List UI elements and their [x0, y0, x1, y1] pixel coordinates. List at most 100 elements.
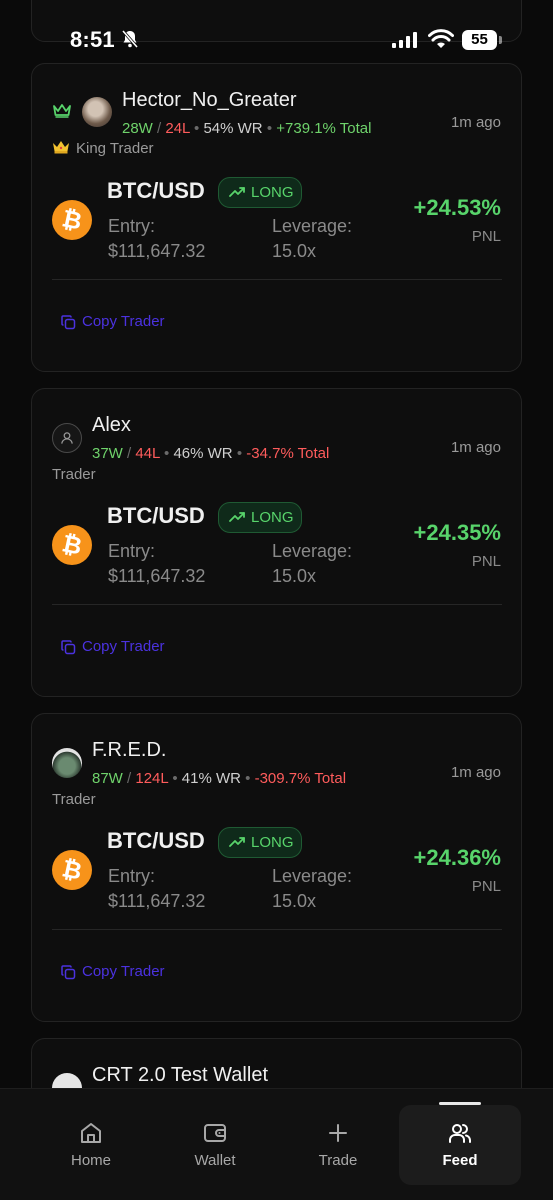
nav-feed[interactable]: Feed: [399, 1102, 521, 1185]
trader-rank: Trader: [52, 466, 96, 483]
cellular-signal-icon: [392, 32, 417, 48]
active-tab-indicator: [439, 1102, 481, 1105]
avatar[interactable]: [52, 748, 82, 778]
pnl-label: PNL: [471, 228, 501, 245]
copy-icon: [61, 315, 76, 330]
stats-separator: /: [127, 445, 132, 462]
bitcoin-icon: ₿: [52, 850, 92, 890]
trending-up-icon: [229, 187, 245, 197]
avatar[interactable]: [52, 423, 82, 453]
trading-pair: BTC/USD: [107, 178, 205, 203]
direction-badge: LONG: [218, 502, 302, 533]
win-rate: 46% WR: [173, 445, 233, 462]
trader-stats: 28W / 24L • 54% WR • +739.1% Total: [122, 120, 371, 137]
battery-level: 55: [462, 30, 497, 50]
leverage-value: 15.0x: [272, 241, 317, 261]
losses-count: 124L: [135, 770, 169, 787]
plus-icon: [329, 1124, 347, 1142]
pnl-value: +24.36%: [413, 845, 501, 870]
leverage-label: Leverage:: [272, 216, 353, 236]
direction-label: LONG: [251, 184, 294, 201]
bell-muted-icon: [121, 30, 139, 48]
entry-label: Entry:: [108, 866, 156, 886]
losses-count: 24L: [165, 120, 190, 137]
stats-dot: •: [164, 445, 170, 462]
copy-trader-button[interactable]: Copy Trader: [61, 963, 165, 983]
leverage-value: 15.0x: [272, 566, 317, 586]
leverage-label: Leverage:: [272, 866, 353, 886]
trader-name[interactable]: CRT 2.0 Test Wallet: [92, 1064, 268, 1087]
timestamp: 1m ago: [450, 439, 501, 456]
stats-separator: /: [157, 120, 162, 137]
trader-name[interactable]: F.R.E.D.: [92, 739, 166, 762]
battery-cap: [499, 36, 502, 44]
stats-dot: •: [266, 120, 273, 137]
trader-rank-label: King Trader: [76, 140, 154, 157]
trader-rank: Trader: [52, 791, 96, 808]
entry-price: $111,647.32: [108, 241, 206, 261]
divider: [52, 279, 502, 280]
stats-dot: •: [245, 770, 251, 787]
trader-stats: 87W / 124L • 41% WR • -309.7% Total: [92, 770, 346, 787]
feed-card: Alex 37W / 44L • 46% WR • -34.7% Total 1…: [31, 388, 522, 697]
losses-count: 44L: [135, 445, 160, 462]
stats-dot: •: [236, 445, 243, 462]
trending-up-icon: [229, 512, 245, 522]
copy-trader-button[interactable]: Copy Trader: [61, 313, 165, 333]
nav-wallet-label: Wallet: [194, 1152, 236, 1169]
svg-text:₿: ₿: [60, 529, 85, 560]
timestamp: 1m ago: [450, 764, 501, 781]
crown-emoji-icon: [53, 141, 69, 154]
entry-price: $111,647.32: [108, 891, 206, 911]
status-bar: 8:51 55: [0, 0, 553, 62]
pnl-value: +24.53%: [413, 195, 501, 220]
wins-count: 87W: [92, 770, 123, 787]
pnl-value: +24.35%: [413, 520, 501, 545]
total-return: -34.7% Total: [246, 445, 330, 462]
copy-trader-button[interactable]: Copy Trader: [61, 638, 165, 658]
copy-trader-label: Copy Trader: [82, 638, 165, 655]
crown-icon: [53, 104, 71, 118]
nav-home[interactable]: Home: [30, 1105, 152, 1185]
copy-trader-label: Copy Trader: [82, 963, 165, 980]
users-icon: [449, 1124, 471, 1143]
svg-text:₿: ₿: [60, 204, 85, 235]
nav-trade[interactable]: Trade: [277, 1105, 399, 1185]
direction-label: LONG: [251, 509, 294, 526]
leverage-value: 15.0x: [272, 891, 317, 911]
feed-card: F.R.E.D. 87W / 124L • 41% WR • -309.7% T…: [31, 713, 522, 1022]
divider: [52, 929, 502, 930]
trading-pair: BTC/USD: [107, 828, 205, 853]
win-rate: 54% WR: [203, 120, 263, 137]
stats-separator: /: [127, 770, 132, 787]
direction-badge: LONG: [218, 177, 302, 208]
entry-label: Entry:: [108, 216, 156, 236]
copy-icon: [61, 640, 76, 655]
nav-home-label: Home: [70, 1152, 111, 1169]
total-return: +739.1% Total: [276, 120, 372, 137]
pnl-label: PNL: [471, 553, 501, 570]
home-icon: [81, 1123, 101, 1143]
svg-text:₿: ₿: [60, 854, 85, 885]
stats-dot: •: [172, 770, 178, 787]
direction-label: LONG: [251, 834, 294, 851]
wifi-icon: [428, 29, 454, 48]
nav-trade-label: Trade: [318, 1152, 358, 1169]
wins-count: 37W: [92, 445, 123, 462]
win-rate: 41% WR: [181, 770, 241, 787]
total-return: -309.7% Total: [254, 770, 347, 787]
entry-price: $111,647.32: [108, 566, 206, 586]
status-time: 8:51: [70, 27, 115, 52]
trending-up-icon: [229, 837, 245, 847]
entry-label: Entry:: [108, 541, 156, 561]
trader-rank: King Trader: [52, 140, 154, 157]
nav-wallet[interactable]: Wallet: [154, 1105, 276, 1185]
direction-badge: LONG: [218, 827, 302, 858]
battery-indicator: 55: [462, 30, 502, 50]
trader-name[interactable]: Alex: [92, 414, 131, 437]
nav-feed-label: Feed: [442, 1152, 478, 1169]
copy-icon: [61, 965, 76, 980]
avatar[interactable]: [82, 97, 112, 127]
trader-name[interactable]: Hector_No_Greater: [122, 89, 297, 112]
feed-card: Hector_No_Greater 28W / 24L • 54% WR • +…: [31, 63, 522, 372]
